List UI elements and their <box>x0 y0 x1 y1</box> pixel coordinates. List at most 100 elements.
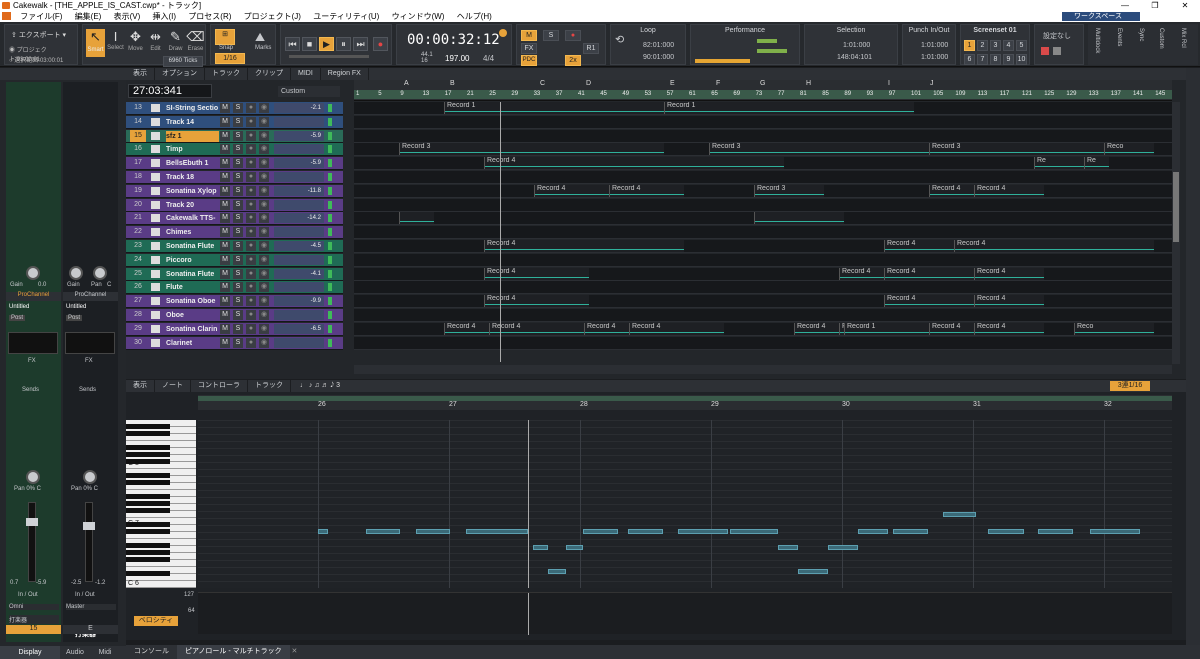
midi-clip[interactable] <box>399 212 434 225</box>
clip-lane[interactable] <box>354 171 1172 184</box>
marks-icon[interactable]: ⛰ <box>255 30 265 45</box>
track-header[interactable]: 30 Clarinet M S ● ◉ <box>126 336 343 350</box>
midi-note[interactable] <box>533 545 548 551</box>
loop-end[interactable]: 90:01:000 <box>643 54 674 61</box>
post-button[interactable]: Post <box>9 315 26 321</box>
black-key[interactable] <box>126 543 170 548</box>
bus-eq-graph[interactable] <box>65 332 115 354</box>
tv-vscrollbar[interactable] <box>1172 102 1180 364</box>
midi-clip[interactable]: Record 4 <box>974 184 1044 197</box>
pan-knob[interactable] <box>26 470 40 484</box>
track-name[interactable]: Track 20 <box>166 200 219 211</box>
midi-note[interactable] <box>798 568 828 574</box>
pr-ruler[interactable]: 26 27 28 29 30 31 32 <box>198 395 1172 410</box>
track-monitor-button[interactable]: ◉ <box>259 116 269 127</box>
track-monitor-button[interactable]: ◉ <box>259 158 269 169</box>
track-arm-button[interactable]: ● <box>246 241 256 251</box>
clip-lane[interactable]: Record 4 Record 4 Record 3 Record 4 Record 4 <box>354 184 1172 198</box>
track-volume[interactable]: -9.9 <box>274 296 324 307</box>
timeline-ruler[interactable]: 1 5 9 13 17 21 25 29 33 37 41 45 49 53 57 61 65 69 73 77 81 8… <box>354 80 1172 101</box>
track-arm-button[interactable]: ● <box>246 144 256 155</box>
track-mute-button[interactable]: M <box>220 254 230 265</box>
midi-note[interactable] <box>828 545 858 551</box>
track-arm-button[interactable]: ● <box>246 103 256 113</box>
midi-note[interactable] <box>583 528 618 534</box>
track-monitor-button[interactable]: ◉ <box>259 296 269 307</box>
track-monitor-button[interactable]: ◉ <box>259 185 269 196</box>
track-volume[interactable] <box>274 254 324 265</box>
midi-clip[interactable]: Record 4 <box>484 240 684 252</box>
prochannel-preset[interactable]: Untitled <box>9 304 29 310</box>
track-arm-button[interactable]: ● <box>246 130 256 141</box>
inspector-tab-audio[interactable]: Audio <box>60 646 90 659</box>
clip-lane[interactable]: Record 1 Record 1 <box>354 102 1172 115</box>
track-volume[interactable]: -6.5 <box>274 323 324 334</box>
midi-note[interactable] <box>943 512 976 518</box>
bus-gain-knob[interactable] <box>69 266 83 280</box>
black-key[interactable] <box>126 494 170 499</box>
rewind-button[interactable]: ⏮ <box>285 37 300 51</box>
black-key[interactable] <box>126 501 170 506</box>
midi-clip[interactable]: Reco <box>1104 143 1154 156</box>
track-monitor-button[interactable]: ◉ <box>259 241 269 251</box>
menu-utility[interactable]: ユーティリティ(U) <box>308 11 384 22</box>
midi-note[interactable] <box>893 528 928 534</box>
track-header[interactable]: 17 BellsEbuth 1 M S ● ◉ -5.9 <box>126 157 343 171</box>
track-monitor-button[interactable]: ◉ <box>259 130 269 141</box>
track-mute-button[interactable]: M <box>220 296 230 307</box>
track-solo-button[interactable]: S <box>233 172 243 182</box>
track-header[interactable]: 20 Track 20 M S ● ◉ <box>126 198 343 212</box>
clip-lane[interactable] <box>354 129 1172 143</box>
black-key[interactable] <box>126 529 170 534</box>
track-header[interactable]: 15 sfz 1 M S ● ◉ -5.9 <box>126 129 343 143</box>
midi-note[interactable] <box>1090 528 1140 534</box>
screenset-6[interactable]: 6 <box>964 54 975 65</box>
pr-snap-select[interactable]: 3連1/16 <box>1110 381 1150 391</box>
track-arm-button[interactable]: ● <box>246 337 256 348</box>
mute-all-button[interactable]: M <box>521 30 537 41</box>
snap-ticks[interactable]: 6960 Ticks <box>163 56 203 67</box>
track-volume[interactable] <box>274 337 324 348</box>
clip-lane[interactable]: Record 4 Record 4 Record 4 Record 4 Record 4… <box>354 322 1172 336</box>
marker-a[interactable]: A <box>404 80 409 87</box>
clip-lane[interactable] <box>354 226 1172 240</box>
marker-f[interactable]: F <box>716 80 720 87</box>
midi-clip[interactable]: Record 1 <box>664 102 914 114</box>
meter-display[interactable]: 4/4 <box>483 54 494 63</box>
clip-lane[interactable]: Record 4 Re Re <box>354 157 1172 171</box>
track-name[interactable]: sfz 1 <box>166 130 219 142</box>
tv-menu-regionfx[interactable]: Region FX <box>321 68 369 80</box>
pr-menu-controller[interactable]: コントローラ <box>191 380 248 392</box>
snap-toggle-button[interactable]: ⊞ <box>215 29 235 45</box>
eq-graph[interactable] <box>8 332 58 354</box>
track-monitor-button[interactable]: ◉ <box>259 103 269 113</box>
track-volume[interactable]: -5.9 <box>274 158 324 169</box>
track-volume[interactable]: -11.8 <box>274 185 324 196</box>
marker-d[interactable]: D <box>586 80 591 87</box>
track-arm-button[interactable]: ● <box>246 254 256 265</box>
gain-knob[interactable] <box>26 266 40 280</box>
tv-vscroll-thumb[interactable] <box>1173 172 1179 242</box>
track-mute-button[interactable]: M <box>220 116 230 127</box>
clip-lane[interactable]: Record 4 Record 4 Record 4 <box>354 240 1172 253</box>
tab-close-icon[interactable]: ✕ <box>290 648 298 655</box>
midi-note[interactable] <box>858 528 888 534</box>
black-key[interactable] <box>126 508 170 513</box>
marker-g[interactable]: G <box>760 80 765 87</box>
track-solo-button[interactable]: S <box>233 254 243 265</box>
track-name[interactable]: Oboe <box>166 310 219 321</box>
midi-clip[interactable]: Record 3 <box>929 143 1104 156</box>
track-mute-button[interactable]: M <box>220 323 230 334</box>
tv-menu-track[interactable]: トラック <box>205 68 248 80</box>
track-name[interactable]: Sonatina Xylop <box>166 186 219 197</box>
clip-lane[interactable] <box>354 198 1172 212</box>
selection-end[interactable]: 148:04:101 <box>837 54 872 61</box>
clip-lane[interactable]: Record 3 Record 3 Record 3 Reco <box>354 143 1172 157</box>
midi-note[interactable] <box>1038 528 1073 534</box>
track-mute-button[interactable]: M <box>220 185 230 196</box>
track-arm-button[interactable]: ● <box>246 116 256 127</box>
track-mute-button[interactable]: M <box>220 227 230 238</box>
time-display[interactable]: 00:00:32:12 <box>407 32 500 48</box>
marker-h[interactable]: H <box>806 80 811 87</box>
bus-pan-knob-2[interactable] <box>83 470 97 484</box>
